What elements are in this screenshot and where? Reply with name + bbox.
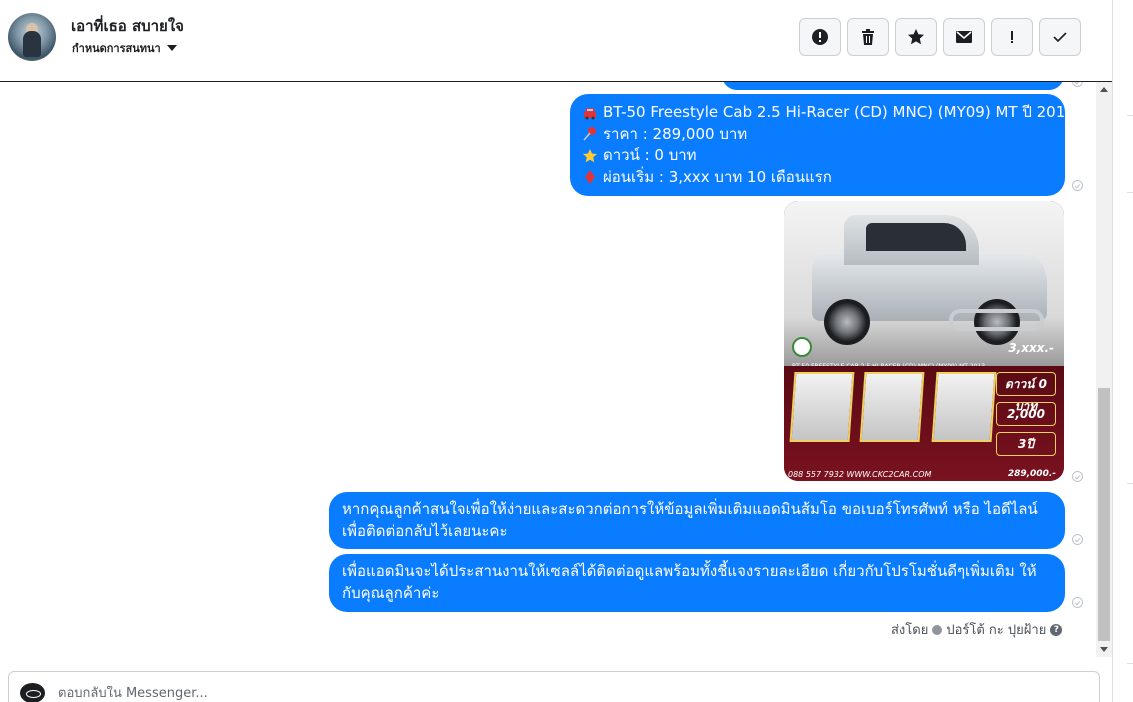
photo-cashback-text: 2,000 <box>996 402 1056 426</box>
star-emoji-icon <box>583 148 597 163</box>
conversation-toolbar <box>799 18 1081 56</box>
contact-name[interactable]: เอาที่เธอ สบายใจ <box>71 14 184 38</box>
assign-conversation-label: กำหนดการสนทนา <box>72 42 161 55</box>
photo-down-text: ดาวน์ 0 บาท <box>996 372 1056 413</box>
pushpin-icon <box>583 127 596 141</box>
assign-conversation-dropdown[interactable]: กำหนดการสนทนา <box>72 39 177 57</box>
star-icon <box>908 29 924 45</box>
seen-indicator-icon <box>1072 597 1083 608</box>
car-price-text: ราคา : 289,000 บาท <box>603 124 748 143</box>
seen-indicator-icon <box>1072 82 1083 87</box>
message-bubble-followup[interactable]: เพื่อแอดมินจะได้ประสานงานให้เซลล์ได้ติดต… <box>329 554 1065 612</box>
reply-input[interactable] <box>58 686 758 701</box>
trash-icon <box>862 29 874 45</box>
car-model-text: BT-50 Freestyle Cab 2.5 Hi-Racer (CD) MN… <box>603 103 1075 121</box>
seen-indicator-icon <box>1072 471 1083 482</box>
mark-done-button[interactable] <box>1039 18 1081 56</box>
dealer-logo-icon <box>792 337 812 357</box>
sent-by-info: ส่งโดย ปอร์โต้ กะ ปุยฝ้าย ? <box>891 619 1063 640</box>
car-photo-attachment[interactable]: 3,xxx.- BT-50 FREESTYLE CAB 2.5 HI-RACER… <box>784 201 1064 481</box>
contact-avatar[interactable] <box>8 13 56 61</box>
mark-unread-button[interactable] <box>943 18 985 56</box>
seen-indicator-icon <box>1072 180 1083 191</box>
scroll-up-arrow-icon[interactable] <box>1100 87 1108 92</box>
message-thread[interactable]: BT-50 Freestyle Cab 2.5 Hi-Racer (CD) MN… <box>0 82 1096 657</box>
message-bubble-previous[interactable] <box>722 82 1064 90</box>
car-icon <box>584 107 596 120</box>
car-installment-text: ผ่อนเริ่ม : 3,xxx บาท 10 เดือนแรก <box>603 167 832 186</box>
help-icon[interactable]: ? <box>1050 623 1063 636</box>
photo-contact-text: 088 557 7932 WWW.CKC2CAR.COM <box>788 470 932 479</box>
follow-up-button[interactable] <box>991 18 1033 56</box>
message-bubble-car-info[interactable]: BT-50 Freestyle Cab 2.5 Hi-Racer (CD) MN… <box>570 94 1075 196</box>
car-down-payment-text: ดาวน์ : 0 บาท <box>603 146 697 164</box>
car-photo-thumbnails: ดาวน์ 0 บาท 2,000 3ปี <box>784 366 1064 481</box>
photo-warranty-text: 3ปี <box>996 432 1056 456</box>
envelope-icon <box>956 31 972 43</box>
message-bubble-contact-request[interactable]: หากคุณลูกค้าสนใจเพื่อให้ง่ายและสะดวกต่อก… <box>329 492 1065 549</box>
photo-monthly-text: 3,xxx.- <box>1008 341 1054 355</box>
seen-indicator-icon <box>1072 534 1083 545</box>
conversation-header: เอาที่เธอ สบายใจ กำหนดการสนทนา <box>0 0 1112 82</box>
alert-circle-icon <box>812 29 828 45</box>
side-panel-edge <box>1112 0 1133 702</box>
sent-by-name[interactable]: ปอร์โต้ กะ ปุยฝ้าย <box>946 619 1046 640</box>
caret-down-icon <box>166 45 177 51</box>
exclamation-icon <box>1011 31 1013 43</box>
thread-scrollbar[interactable] <box>1096 82 1112 657</box>
photo-price-text: 289,000.- <box>1007 469 1056 479</box>
page-avatar <box>20 683 45 702</box>
scroll-down-arrow-icon[interactable] <box>1100 647 1108 652</box>
scrollbar-thumb[interactable] <box>1098 388 1110 641</box>
delete-button[interactable] <box>847 18 889 56</box>
star-button[interactable] <box>895 18 937 56</box>
verified-check-icon <box>932 624 943 635</box>
report-spam-button[interactable] <box>799 18 841 56</box>
reply-composer <box>8 671 1100 702</box>
checkmark-icon <box>1053 32 1067 43</box>
sent-by-label: ส่งโดย <box>891 623 929 638</box>
diamond-icon <box>585 170 595 185</box>
